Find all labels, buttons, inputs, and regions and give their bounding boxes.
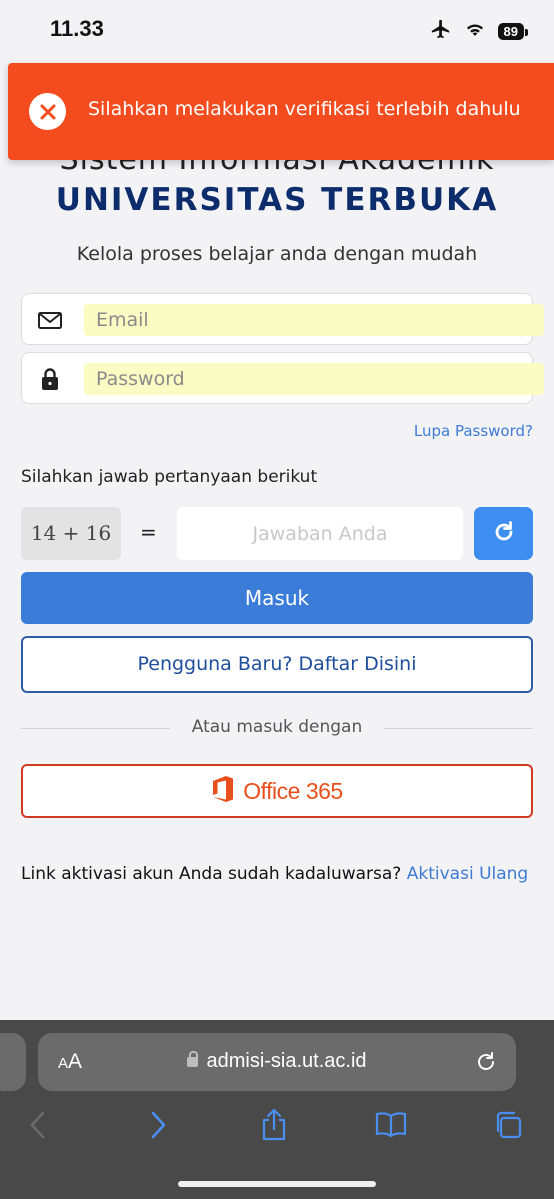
home-indicator xyxy=(178,1181,376,1187)
bookmarks-icon[interactable] xyxy=(371,1108,411,1142)
password-input[interactable] xyxy=(84,363,544,395)
password-field-wrapper xyxy=(21,352,544,404)
airplane-mode-icon xyxy=(430,18,452,44)
login-page: Sistem Informasi Akademik UNIVERSITAS TE… xyxy=(0,60,554,1020)
close-icon[interactable] xyxy=(29,93,66,130)
status-time: 11.33 xyxy=(50,16,104,41)
error-toast: Silahkan melakukan verifikasi terlebih d… xyxy=(8,63,554,160)
browser-toolbar: AA admisi-sia.ut.ac.id xyxy=(0,1020,554,1199)
login-button[interactable]: Masuk xyxy=(21,572,533,624)
refresh-icon xyxy=(491,519,517,549)
captcha-prompt: Silahkan jawab pertanyaan berikut xyxy=(21,467,318,487)
url-text: admisi-sia.ut.ac.id xyxy=(206,1050,367,1072)
captcha-question: 14 + 16 xyxy=(21,507,121,560)
register-button[interactable]: Pengguna Baru? Daftar Disini xyxy=(21,636,533,693)
back-icon[interactable] xyxy=(18,1108,58,1142)
office365-login-button[interactable]: Office 365 xyxy=(21,764,533,818)
email-field-wrapper xyxy=(21,293,544,345)
equals-sign: = xyxy=(140,520,157,544)
reload-icon[interactable] xyxy=(474,1050,498,1078)
toast-message: Silahkan melakukan verifikasi terlebih d… xyxy=(88,98,521,120)
office-logo-icon xyxy=(211,775,235,807)
divider-text: Atau masuk dengan xyxy=(191,717,363,737)
activation-text: Link aktivasi akun Anda sudah kadaluwars… xyxy=(21,864,402,884)
email-input[interactable] xyxy=(84,304,544,336)
forward-icon[interactable] xyxy=(138,1108,178,1142)
refresh-captcha-button[interactable] xyxy=(474,507,533,560)
mail-icon xyxy=(37,307,63,333)
lock-icon xyxy=(187,1051,199,1067)
share-icon[interactable] xyxy=(254,1108,294,1142)
status-bar: 11.33 89 xyxy=(0,0,554,60)
battery-icon: 89 xyxy=(497,22,529,40)
reactivate-link[interactable]: Aktivasi Ulang xyxy=(407,864,528,884)
wifi-icon xyxy=(464,20,486,42)
divider-line-right xyxy=(384,728,533,729)
page-subtitle: Kelola proses belajar anda dengan mudah xyxy=(76,243,478,265)
previous-tab-preview[interactable] xyxy=(0,1033,26,1091)
tabs-icon[interactable] xyxy=(488,1108,528,1142)
address-bar[interactable]: AA admisi-sia.ut.ac.id xyxy=(38,1033,516,1091)
office-label: Office 365 xyxy=(243,777,343,804)
page-title: UNIVERSITAS TERBUKA xyxy=(55,182,499,218)
activation-notice: Link aktivasi akun Anda sudah kadaluwars… xyxy=(21,864,528,884)
captcha-answer-input[interactable] xyxy=(177,507,463,560)
forgot-password-link[interactable]: Lupa Password? xyxy=(414,422,533,440)
status-icons: 89 xyxy=(430,18,529,44)
url-display[interactable]: admisi-sia.ut.ac.id xyxy=(38,1050,516,1073)
lock-icon xyxy=(37,366,63,392)
